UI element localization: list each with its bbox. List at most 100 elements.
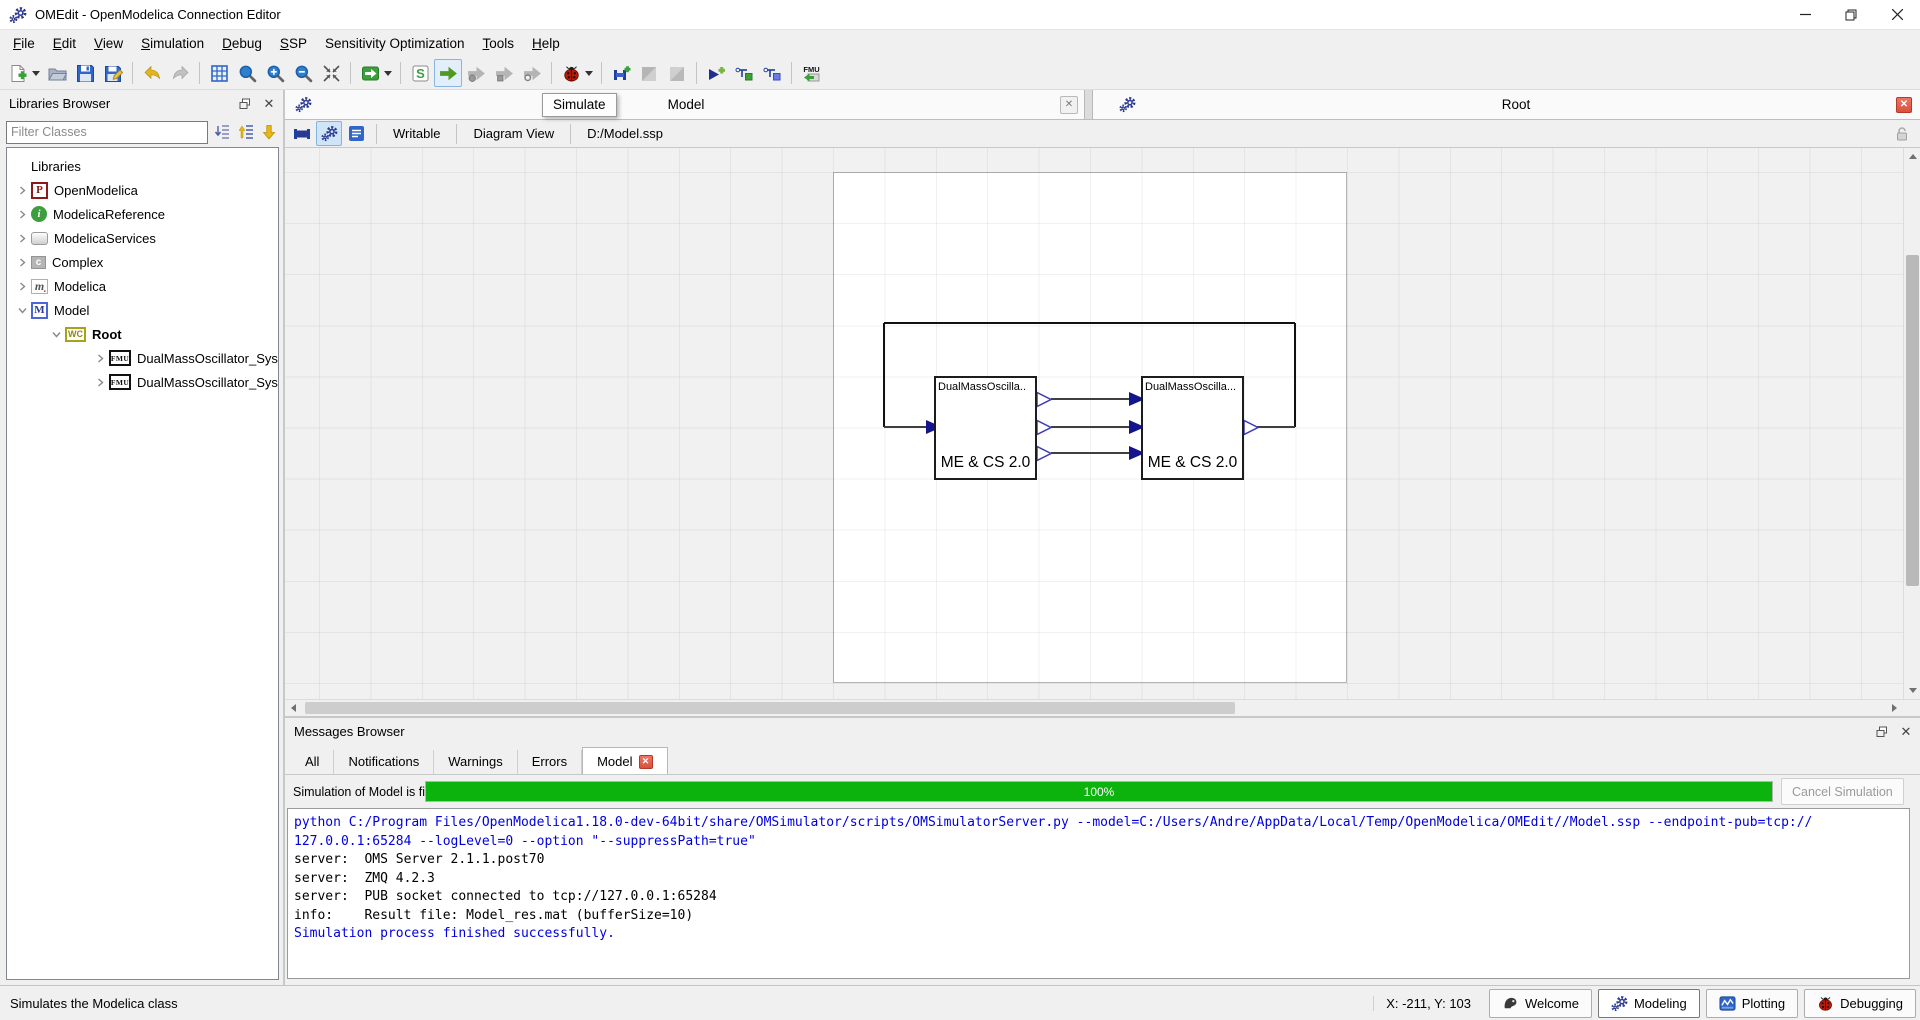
scroll-to-active-button[interactable] bbox=[259, 121, 279, 143]
libraries-tree[interactable]: Libraries P OpenModelica i ModelicaRefer… bbox=[6, 147, 279, 980]
check-model-dropdown-icon[interactable] bbox=[384, 71, 392, 76]
add-bus-button[interactable] bbox=[730, 59, 758, 87]
tab-errors[interactable]: Errors bbox=[518, 750, 582, 774]
scroll-left-button[interactable] bbox=[285, 700, 302, 716]
tree-item-model[interactable]: M Model bbox=[7, 298, 278, 322]
diagram-view-button[interactable] bbox=[316, 121, 342, 146]
redo-button[interactable] bbox=[166, 59, 194, 87]
add-connector-button[interactable] bbox=[635, 59, 663, 87]
open-model-button[interactable] bbox=[43, 59, 71, 87]
menu-sensitivity-optimization[interactable]: Sensitivity Optimization bbox=[316, 32, 474, 55]
add-submodel-button[interactable] bbox=[702, 59, 730, 87]
scroll-up-button[interactable] bbox=[1904, 148, 1920, 165]
writable-toggle[interactable]: Writable bbox=[383, 126, 450, 141]
check-model-button[interactable] bbox=[356, 59, 384, 87]
chevron-right-icon[interactable] bbox=[15, 210, 29, 219]
tab-model-close-button[interactable]: ✕ bbox=[639, 755, 653, 769]
lock-view-button[interactable] bbox=[1889, 121, 1915, 146]
tree-item-root[interactable]: WC Root bbox=[7, 322, 278, 346]
dock-float-button[interactable] bbox=[237, 96, 253, 112]
simulate-algorithmic-button[interactable] bbox=[490, 59, 518, 87]
tab-warnings[interactable]: Warnings bbox=[434, 750, 517, 774]
connector-view-button[interactable] bbox=[289, 121, 315, 146]
reset-zoom-button[interactable] bbox=[233, 59, 261, 87]
output-port-icon[interactable] bbox=[1037, 447, 1051, 461]
model-tab-close-button[interactable]: ✕ bbox=[1060, 96, 1078, 114]
menu-view[interactable]: View bbox=[85, 32, 132, 55]
horizontal-scrollbar-thumb[interactable] bbox=[305, 702, 1235, 714]
chevron-right-icon[interactable] bbox=[93, 378, 107, 387]
save-button[interactable] bbox=[71, 59, 99, 87]
show-grid-button[interactable] bbox=[205, 59, 233, 87]
menu-file[interactable]: File bbox=[4, 32, 44, 55]
tab-all[interactable]: All bbox=[291, 750, 334, 774]
perspective-debugging-button[interactable]: Debugging bbox=[1804, 989, 1916, 1018]
zoom-in-button[interactable] bbox=[261, 59, 289, 87]
tab-model[interactable]: Model ✕ bbox=[582, 747, 667, 774]
expand-all-button[interactable] bbox=[212, 121, 232, 143]
minimize-button[interactable] bbox=[1782, 0, 1828, 29]
tree-item-modelica[interactable]: m. Modelica bbox=[7, 274, 278, 298]
zoom-out-button[interactable] bbox=[289, 59, 317, 87]
diagram-canvas[interactable]: DualMassOscilla.. ME & CS 2.0 DualMassOs… bbox=[285, 148, 1920, 699]
dock-close-button[interactable]: ✕ bbox=[261, 96, 277, 112]
tree-item-complex[interactable]: c Complex bbox=[7, 250, 278, 274]
menu-edit[interactable]: Edit bbox=[44, 32, 85, 55]
vertical-scrollbar-thumb[interactable] bbox=[1906, 255, 1919, 586]
tab-notifications[interactable]: Notifications bbox=[334, 750, 434, 774]
horizontal-scrollbar[interactable] bbox=[285, 699, 1920, 716]
chevron-right-icon[interactable] bbox=[15, 186, 29, 195]
tab-model[interactable]: Model ✕ bbox=[285, 90, 1085, 119]
menu-debug[interactable]: Debug bbox=[213, 32, 271, 55]
chevron-down-icon[interactable] bbox=[49, 330, 63, 339]
tree-item-dualmassoscillator-system1[interactable]: FMU DualMassOscillator_System1 bbox=[7, 370, 278, 394]
root-window-close-button[interactable]: ✕ bbox=[1896, 97, 1912, 113]
new-model-dropdown-icon[interactable] bbox=[32, 71, 40, 76]
simulation-setup-button[interactable]: S bbox=[406, 59, 434, 87]
perspective-modeling-button[interactable]: Modeling bbox=[1598, 989, 1700, 1018]
perspective-welcome-button[interactable]: Welcome bbox=[1489, 989, 1592, 1018]
add-tlm-bus-button[interactable] bbox=[758, 59, 786, 87]
tree-item-modelicareference[interactable]: i ModelicaReference bbox=[7, 202, 278, 226]
filter-classes-input[interactable] bbox=[6, 121, 208, 144]
simulate-transformational-button[interactable] bbox=[462, 59, 490, 87]
tree-item-openmodelica[interactable]: P OpenModelica bbox=[7, 178, 278, 202]
close-button[interactable] bbox=[1874, 0, 1920, 29]
submodel-block-system1[interactable]: DualMassOscilla.. ME & CS 2.0 bbox=[934, 376, 1037, 480]
view-mode-label[interactable]: Diagram View bbox=[463, 126, 564, 141]
new-model-button[interactable] bbox=[4, 59, 32, 87]
simulate-button[interactable] bbox=[434, 59, 462, 87]
cancel-simulation-button[interactable]: Cancel Simulation bbox=[1781, 778, 1904, 805]
scroll-right-button[interactable] bbox=[1886, 700, 1903, 716]
simulate-animation-button[interactable] bbox=[518, 59, 546, 87]
add-bus-connector-button[interactable] bbox=[663, 59, 691, 87]
output-port-icon[interactable] bbox=[1037, 421, 1051, 435]
output-port-icon[interactable] bbox=[1244, 421, 1258, 435]
undo-button[interactable] bbox=[138, 59, 166, 87]
menu-tools[interactable]: Tools bbox=[474, 32, 524, 55]
chevron-right-icon[interactable] bbox=[15, 282, 29, 291]
submodel-block-system2[interactable]: DualMassOscilla... ME & CS 2.0 bbox=[1141, 376, 1244, 480]
chevron-right-icon[interactable] bbox=[93, 354, 107, 363]
restore-button[interactable] bbox=[1828, 0, 1874, 29]
add-system-button[interactable] bbox=[607, 59, 635, 87]
debug-button[interactable] bbox=[557, 59, 585, 87]
dock-close-button[interactable]: ✕ bbox=[1898, 724, 1914, 740]
save-as-button[interactable] bbox=[99, 59, 127, 87]
fit-to-diagram-button[interactable] bbox=[317, 59, 345, 87]
menu-ssp[interactable]: SSP bbox=[271, 32, 316, 55]
dock-float-button[interactable] bbox=[1874, 724, 1890, 740]
vertical-scrollbar[interactable] bbox=[1903, 148, 1920, 699]
tree-item-dualmassoscillator-system2[interactable]: FMU DualMassOscillator_System2 bbox=[7, 346, 278, 370]
text-view-button[interactable] bbox=[343, 121, 369, 146]
simulation-output-log[interactable]: python C:/Program Files/OpenModelica1.18… bbox=[287, 808, 1910, 979]
collapse-all-button[interactable] bbox=[236, 121, 256, 143]
chevron-down-icon[interactable] bbox=[15, 306, 29, 315]
output-port-icon[interactable] bbox=[1037, 393, 1051, 407]
debug-dropdown-icon[interactable] bbox=[585, 71, 593, 76]
chevron-right-icon[interactable] bbox=[15, 234, 29, 243]
menu-simulation[interactable]: Simulation bbox=[132, 32, 213, 55]
tree-item-modelicaservices[interactable]: ModelicaServices bbox=[7, 226, 278, 250]
menu-help[interactable]: Help bbox=[523, 32, 569, 55]
export-fmu-button[interactable]: FMU bbox=[797, 59, 825, 87]
